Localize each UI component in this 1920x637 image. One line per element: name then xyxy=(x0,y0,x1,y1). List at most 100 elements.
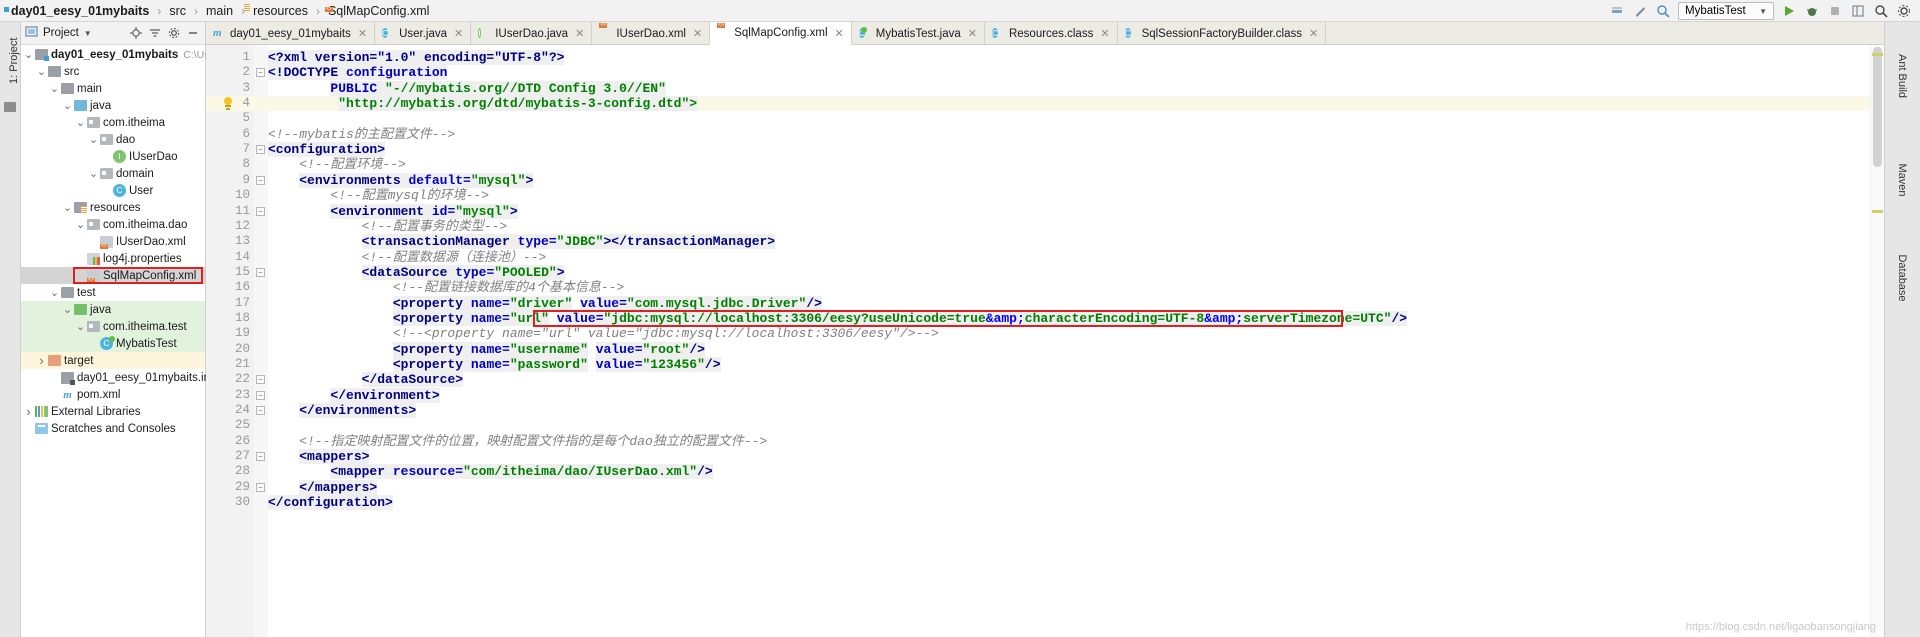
tree-node-com-itheima-test[interactable]: ⌄ com.itheima.test xyxy=(21,318,205,335)
close-icon[interactable]: ✕ xyxy=(575,27,584,40)
stop-icon[interactable] xyxy=(1827,3,1843,19)
tree-node-com-itheima-dao[interactable]: ⌄ com.itheima.dao xyxy=(21,216,205,233)
chevron-down-icon[interactable]: ⌄ xyxy=(62,100,73,111)
editor-tab-iuserdao-xml[interactable]: IUserDao.xml ✕ xyxy=(592,22,711,45)
fold-toggle-icon[interactable]: − xyxy=(256,406,265,416)
chevron-down-icon[interactable]: ⌄ xyxy=(88,134,99,145)
code-editor[interactable]: 1 2 3 4 5 6 7 8 9 10 11 12 13 14 15 16 17 18 19 20 21 22 23 24 2… xyxy=(206,45,1884,637)
fold-toggle-icon[interactable]: − xyxy=(256,375,265,385)
editor-tab-iuserdao-java[interactable]: I IUserDao.java ✕ xyxy=(471,22,593,45)
tree-node-main[interactable]: ⌄ main xyxy=(21,80,205,97)
fold-toggle-icon[interactable]: − xyxy=(256,145,265,155)
editor-tab-user-java[interactable]: C User.java ✕ xyxy=(375,22,472,45)
chevron-down-icon[interactable]: ⌄ xyxy=(75,219,86,230)
close-icon[interactable]: ✕ xyxy=(1100,27,1109,40)
fold-toggle-icon[interactable]: − xyxy=(256,482,265,492)
tree-node-pom-xml[interactable]: m pom.xml xyxy=(21,386,205,403)
breadcrumb-item-main[interactable]: main xyxy=(201,0,238,22)
settings-gear-icon[interactable] xyxy=(1896,3,1912,19)
chevron-down-icon[interactable]: ⌄ xyxy=(75,321,86,332)
breadcrumb-item-resources[interactable]: resources xyxy=(248,0,313,22)
hide-icon[interactable] xyxy=(187,27,199,39)
tree-node-resources[interactable]: ⌄ resources xyxy=(21,199,205,216)
chevron-down-icon[interactable]: ⌄ xyxy=(62,202,73,213)
chevron-down-icon[interactable]: ⌄ xyxy=(75,117,86,128)
breadcrumb-item-sqlmapconfig-xml[interactable]: SqlMapConfig.xml xyxy=(323,0,434,22)
tree-node-external-libraries[interactable]: › External Libraries xyxy=(21,403,205,420)
chevron-down-icon[interactable]: ⌄ xyxy=(36,66,47,77)
collapse-all-icon[interactable] xyxy=(149,27,161,39)
debug-icon[interactable] xyxy=(1804,3,1820,19)
editor-tab-sqlsessionfactorybuilder-class[interactable]: C SqlSessionFactoryBuilder.class ✕ xyxy=(1118,22,1327,45)
fold-toggle-icon[interactable]: − xyxy=(256,267,265,277)
close-icon[interactable]: ✕ xyxy=(1309,27,1318,40)
warning-marker[interactable] xyxy=(1872,53,1883,56)
tree-node-day01-eesy-01mybaits-iml[interactable]: day01_eesy_01mybaits.iml xyxy=(21,369,216,386)
line-number: 21 xyxy=(234,357,250,371)
tree-node-dao[interactable]: ⌄ dao xyxy=(21,131,205,148)
chevron-down-icon[interactable]: ⌄ xyxy=(88,168,99,179)
code-content[interactable]: <?xml version="1.0" encoding="UTF-8"?> <!… xyxy=(268,45,1884,637)
structure-icon[interactable] xyxy=(4,102,16,112)
intention-bulb-icon[interactable] xyxy=(222,97,234,111)
editor-tab-day01-eesy-01mybaits[interactable]: m day01_eesy_01mybaits ✕ xyxy=(206,22,376,45)
gear-icon[interactable] xyxy=(168,27,180,39)
close-icon[interactable]: ✕ xyxy=(968,27,977,40)
tool-window-button-ant-build[interactable]: Ant Build xyxy=(1896,40,1908,112)
tree-node-java[interactable]: ⌄ java xyxy=(21,97,205,114)
tree-node-com-itheima[interactable]: ⌄ com.itheima xyxy=(21,114,205,131)
magnifier-icon[interactable] xyxy=(1873,3,1889,19)
fold-toggle-icon[interactable]: − xyxy=(256,390,265,400)
search-everywhere-icon[interactable] xyxy=(1655,3,1671,19)
wrench-icon[interactable] xyxy=(1632,3,1648,19)
tree-node-iuserdao[interactable]: I IUserDao xyxy=(21,148,205,165)
fold-toggle-icon[interactable]: − xyxy=(256,452,265,462)
close-icon[interactable]: ✕ xyxy=(693,27,702,40)
editor-gutter[interactable]: 1 2 3 4 5 6 7 8 9 10 11 12 13 14 15 16 17 18 19 20 21 22 23 24 2… xyxy=(206,45,268,637)
tree-node-iuserdao-xml[interactable]: IUserDao.xml xyxy=(21,233,205,250)
breadcrumb-separator: › xyxy=(193,3,198,18)
tree-node-user[interactable]: C User xyxy=(21,182,205,199)
chevron-down-icon[interactable]: ▼ xyxy=(84,29,92,38)
tree-node-src[interactable]: ⌄ src xyxy=(21,63,205,80)
tree-node-log4j-properties[interactable]: log4j.properties xyxy=(21,250,205,267)
warning-marker[interactable] xyxy=(1872,210,1883,213)
tool-window-button-project[interactable]: 1: Project xyxy=(8,24,20,84)
tool-window-button-database[interactable]: Database xyxy=(1896,242,1908,314)
fold-toggle-icon[interactable]: − xyxy=(256,68,265,78)
editor-tab-mybatistest-java[interactable]: C MybatisTest.java ✕ xyxy=(852,22,985,45)
fold-toggle-icon[interactable]: − xyxy=(256,175,265,185)
layout-icon[interactable] xyxy=(1850,3,1866,19)
tree-node-day01-eesy-01mybaits[interactable]: ⌄day01_eesy_01mybaitsC:\Users\ xyxy=(21,46,227,63)
close-icon[interactable]: ✕ xyxy=(454,27,463,40)
tree-node-java[interactable]: ⌄ java xyxy=(21,301,205,318)
chevron-right-icon[interactable]: › xyxy=(36,353,47,368)
breadcrumb-item-day01-eesy-01mybaits[interactable]: day01_eesy_01mybaits xyxy=(6,0,154,22)
editor-tab-resources-class[interactable]: C Resources.class ✕ xyxy=(985,22,1118,45)
breadcrumb-item-src[interactable]: src xyxy=(164,0,191,22)
build-icon[interactable] xyxy=(1609,3,1625,19)
chevron-right-icon[interactable]: › xyxy=(23,404,34,419)
close-icon[interactable]: ✕ xyxy=(358,27,367,40)
scrollbar-thumb[interactable] xyxy=(1873,47,1882,167)
chevron-down-icon[interactable]: ⌄ xyxy=(49,287,60,298)
editor-scrollbar[interactable] xyxy=(1870,45,1884,637)
close-icon[interactable]: ✕ xyxy=(835,27,844,40)
tree-node-domain[interactable]: ⌄ domain xyxy=(21,165,205,182)
tree-node-scratches-and-consoles[interactable]: Scratches and Consoles xyxy=(21,420,205,437)
run-configuration-selector[interactable]: MybatisTest ▼ xyxy=(1678,2,1774,20)
tree-node-test[interactable]: ⌄ test xyxy=(21,284,205,301)
locate-icon[interactable] xyxy=(130,27,142,39)
chevron-down-icon[interactable]: ⌄ xyxy=(23,49,34,60)
chevron-down-icon[interactable]: ⌄ xyxy=(62,304,73,315)
run-icon[interactable] xyxy=(1781,3,1797,19)
tree-node-sqlmapconfig-xml[interactable]: SqlMapConfig.xml xyxy=(21,267,205,284)
editor-tab-sqlmapconfig-xml[interactable]: SqlMapConfig.xml ✕ xyxy=(710,22,852,45)
tree-node-target[interactable]: › target xyxy=(21,352,205,369)
fold-toggle-icon[interactable]: − xyxy=(256,206,265,216)
tool-window-button-maven[interactable]: Maven xyxy=(1896,144,1908,216)
chevron-down-icon[interactable]: ⌄ xyxy=(49,83,60,94)
tree-node-mybatistest[interactable]: C MybatisTest xyxy=(21,335,205,352)
